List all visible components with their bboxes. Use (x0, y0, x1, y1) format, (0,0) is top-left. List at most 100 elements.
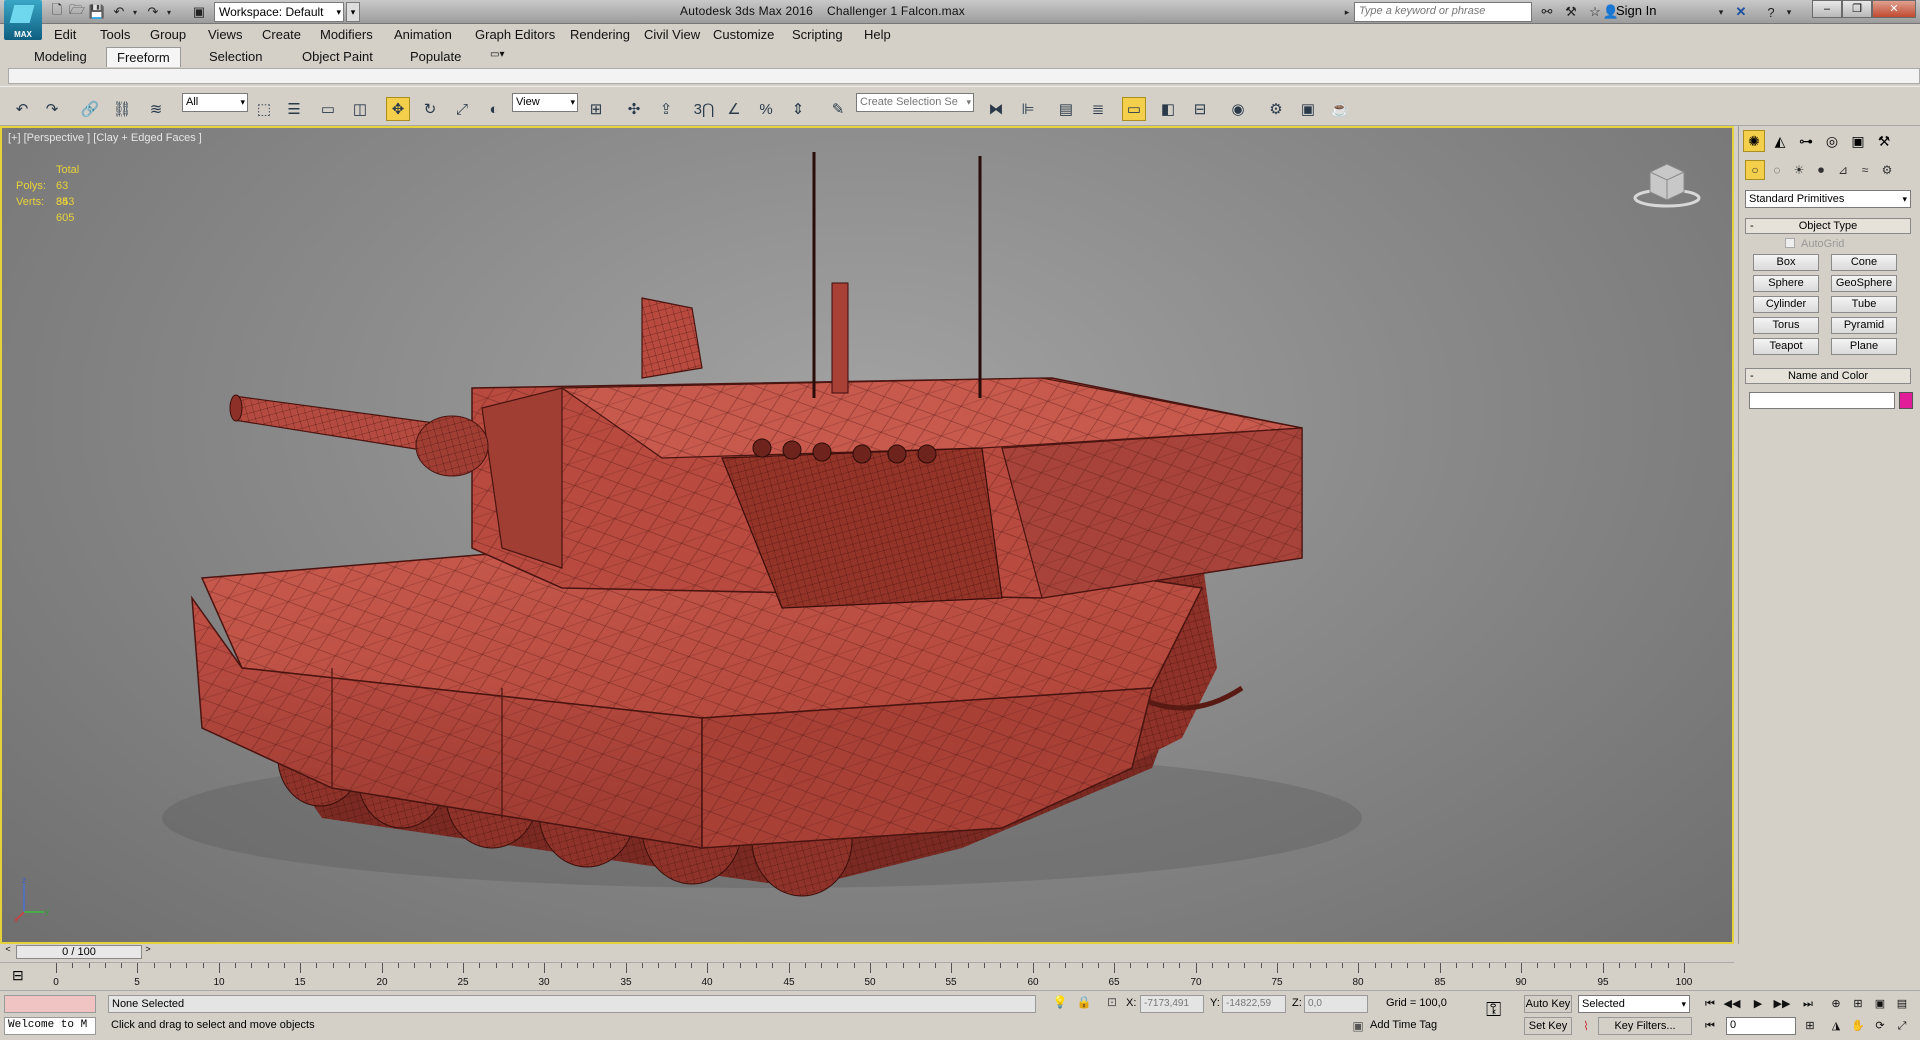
window-crossing-icon[interactable]: ◫ (348, 97, 372, 121)
project-folder-icon[interactable]: ▣ (190, 3, 208, 21)
zoom-icon[interactable]: ⊕ (1826, 995, 1846, 1013)
help-dropdown-icon[interactable]: ▾ (1780, 3, 1798, 21)
sign-in-link[interactable]: Sign In (1616, 3, 1656, 18)
set-keys-key-icon[interactable]: ⚿ (1486, 999, 1514, 1027)
menu-modifiers[interactable]: Modifiers (320, 27, 373, 42)
minimize-icon[interactable]: – (1812, 0, 1842, 18)
modify-panel-icon[interactable]: ◭ (1769, 130, 1791, 152)
isolate-selection-icon[interactable]: 💡 (1052, 995, 1068, 1011)
systems-icon[interactable]: ⚙ (1877, 160, 1897, 180)
open-file-icon[interactable]: 🗁 (68, 2, 86, 21)
menu-graph-editors[interactable]: Graph Editors (475, 27, 555, 42)
object-category-dropdown[interactable]: Standard Primitives ▾ (1745, 190, 1911, 208)
menu-views[interactable]: Views (208, 27, 242, 42)
select-and-link-icon[interactable]: 🔗 (78, 97, 102, 121)
object-name-input[interactable] (1749, 392, 1895, 409)
previous-frame-icon[interactable]: ◀◀ (1722, 995, 1742, 1013)
x-coordinate-field[interactable]: -7173,491 (1140, 995, 1204, 1013)
select-and-place-icon[interactable]: ◐ (482, 97, 506, 121)
shapes-icon[interactable]: ◌ (1767, 160, 1787, 180)
quick-access-customize-icon[interactable]: ▾ (346, 2, 360, 22)
selection-filter-dropdown[interactable]: All ▾ (182, 93, 248, 112)
subscription-icon[interactable]: ⚒ (1562, 3, 1580, 21)
autogrid-checkbox[interactable]: AutoGrid (1785, 238, 1844, 250)
material-editor-icon[interactable]: ◉ (1226, 97, 1250, 121)
reference-coordinate-dropdown[interactable]: View ▾ (512, 93, 578, 112)
time-slider-next-icon[interactable]: > (142, 944, 154, 960)
close-icon[interactable]: ✕ (1872, 0, 1916, 18)
mini-curve-editor-icon[interactable]: ⊟ (12, 967, 32, 985)
help-icon[interactable]: ? (1762, 3, 1780, 21)
select-and-rotate-icon[interactable]: ↻ (418, 97, 442, 121)
menu-tools[interactable]: Tools (100, 27, 130, 42)
add-time-tag-button[interactable]: Add Time Tag (1366, 1017, 1476, 1035)
key-mode-dropdown[interactable]: Selected ▾ (1578, 995, 1690, 1013)
tab-modeling[interactable]: Modeling (24, 47, 97, 67)
ribbon-options-icon[interactable]: ▭▾ (480, 47, 514, 67)
space-warps-icon[interactable]: ≈ (1855, 160, 1875, 180)
scene-explorer-icon[interactable]: ▤ (1054, 97, 1078, 121)
geometry-icon[interactable]: ○ (1745, 160, 1765, 180)
sphere-button[interactable]: Sphere (1753, 275, 1819, 292)
tab-populate[interactable]: Populate (400, 47, 471, 67)
zoom-extents-icon[interactable]: ▣ (1870, 995, 1890, 1013)
maxscript-listener-input[interactable] (4, 995, 96, 1013)
curve-editor-icon[interactable]: ◧ (1156, 97, 1180, 121)
tab-selection[interactable]: Selection (199, 47, 272, 67)
select-object-icon[interactable]: ⬚ (252, 97, 276, 121)
workspace-dropdown[interactable]: Workspace: Default ▾ (214, 2, 344, 22)
new-file-icon[interactable]: 🗋 (48, 2, 66, 21)
menu-help[interactable]: Help (864, 27, 891, 42)
tab-freeform[interactable]: Freeform (106, 47, 181, 67)
render-setup-icon[interactable]: ⚙ (1264, 97, 1288, 121)
viewcube-icon[interactable] (1632, 158, 1702, 210)
redo-icon[interactable]: ↷ (40, 97, 64, 121)
save-file-icon[interactable]: 💾 (88, 3, 106, 21)
time-slider-handle[interactable]: 0 / 100 (16, 945, 142, 959)
exchange-apps-icon[interactable]: ✕ (1732, 3, 1750, 21)
lights-icon[interactable]: ☀ (1789, 160, 1809, 180)
teapot-button[interactable]: Teapot (1753, 338, 1819, 355)
percent-snap-icon[interactable]: % (754, 97, 778, 121)
named-selection-set-dropdown[interactable]: Create Selection Se ▾ (856, 93, 974, 112)
geosphere-button[interactable]: GeoSphere (1831, 275, 1897, 292)
maxscript-mini-listener[interactable]: Welcome to M (4, 1017, 96, 1035)
menu-rendering[interactable]: Rendering (570, 27, 630, 42)
menu-animation[interactable]: Animation (394, 27, 452, 42)
set-key-button[interactable]: Set Key (1524, 1017, 1572, 1035)
helpers-icon[interactable]: ⊿ (1833, 160, 1853, 180)
hierarchy-panel-icon[interactable]: ⊶ (1795, 130, 1817, 152)
rectangular-selection-icon[interactable]: ▭ (316, 97, 340, 121)
plane-button[interactable]: Plane (1831, 338, 1897, 355)
utilities-panel-icon[interactable]: ⚒ (1873, 130, 1895, 152)
next-frame-icon[interactable]: ▶▶ (1772, 995, 1792, 1013)
maximize-viewport-icon[interactable]: ⤢ (1892, 1017, 1912, 1035)
time-tag-icon[interactable]: ▣ (1350, 1019, 1366, 1035)
key-filters-button[interactable]: Key Filters... (1598, 1017, 1692, 1035)
select-by-name-icon[interactable]: ☰ (282, 97, 306, 121)
snaps-toggle-icon[interactable]: 3 ⋂ (692, 97, 716, 121)
motion-panel-icon[interactable]: ◎ (1821, 130, 1843, 152)
menu-edit[interactable]: Edit (54, 27, 76, 42)
z-coordinate-field[interactable]: 0,0 (1304, 995, 1368, 1013)
angle-snap-icon[interactable]: ∠ (722, 97, 746, 121)
select-and-move-icon[interactable]: ✥ (386, 97, 410, 121)
menu-civil-view[interactable]: Civil View (644, 27, 700, 42)
schematic-view-icon[interactable]: ⊟ (1188, 97, 1212, 121)
time-slider[interactable]: < 0 / 100 > (0, 944, 1734, 960)
cone-button[interactable]: Cone (1831, 254, 1897, 271)
go-to-end-icon[interactable]: ⏭ (1798, 995, 1818, 1013)
undo-dropdown-icon[interactable]: ▾ (126, 3, 144, 21)
frame-ruler[interactable]: 0 5 10 15 20 25 30 35 40 45 50 55 60 65 70 75 80 85 90 95 10… (53, 963, 1692, 991)
rendered-frame-window-icon[interactable]: ▣ (1296, 97, 1320, 121)
edit-named-selection-icon[interactable]: ✎ (826, 97, 850, 121)
track-bar[interactable]: ⊟ 0 5 10 15 20 25 30 35 40 45 50 55 60 65 70 75 80 85 90 95… (0, 962, 1734, 990)
tank-model[interactable] (2, 128, 1732, 942)
torus-button[interactable]: Torus (1753, 317, 1819, 334)
create-panel-icon[interactable]: ✺ (1743, 130, 1765, 152)
go-to-start-icon[interactable]: ⏮ (1700, 995, 1720, 1013)
object-type-rollout[interactable]: - Object Type (1745, 218, 1911, 234)
search-input[interactable]: Type a keyword or phrase (1354, 2, 1532, 22)
menu-customize[interactable]: Customize (713, 27, 774, 42)
tube-button[interactable]: Tube (1831, 296, 1897, 313)
